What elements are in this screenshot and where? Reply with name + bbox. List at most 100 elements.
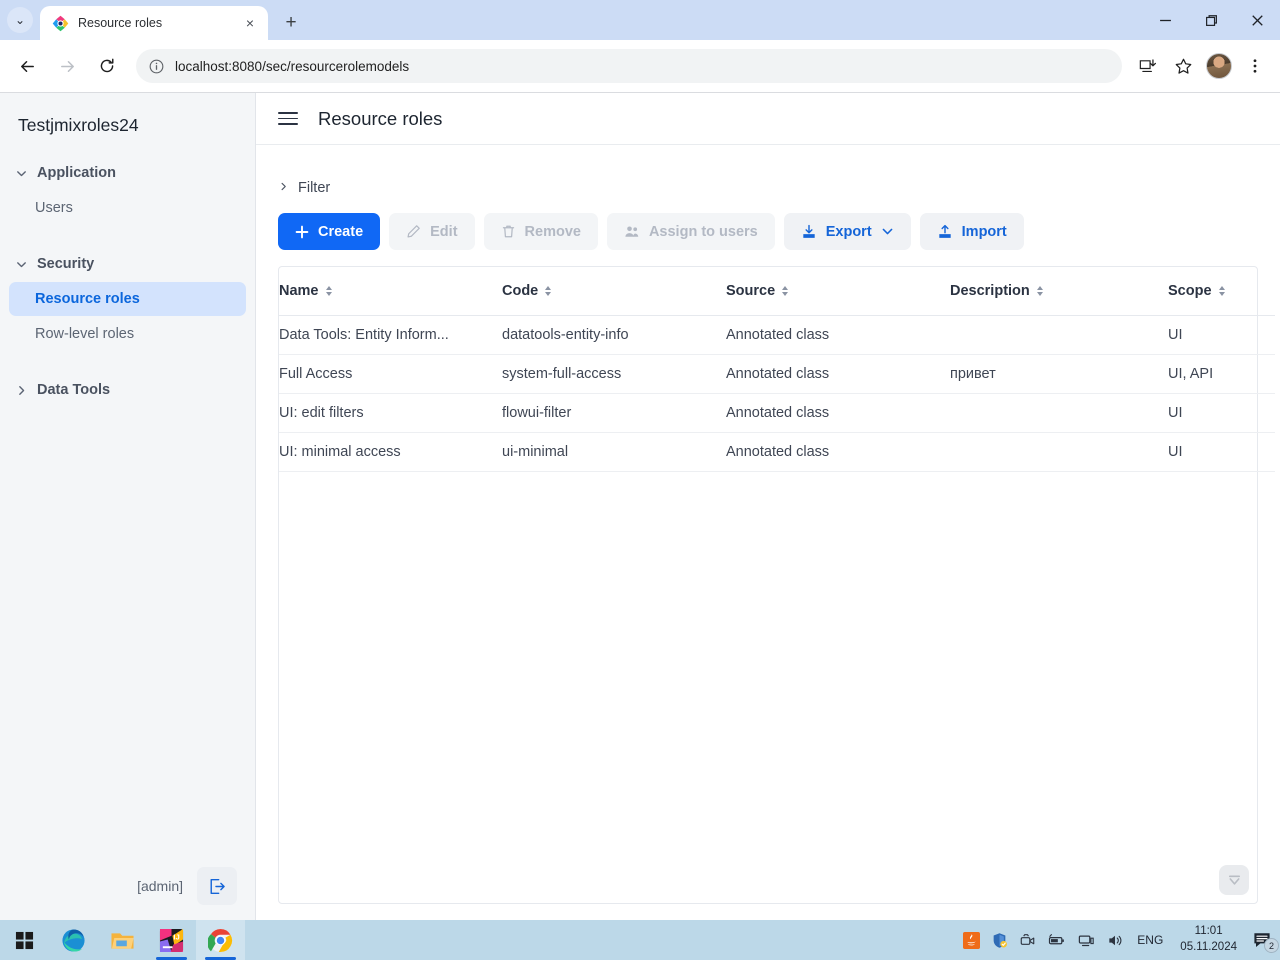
cell-code: flowui-filter: [502, 393, 726, 433]
notifications-button[interactable]: 2: [1252, 930, 1279, 953]
table-row[interactable]: Data Tools: Entity Inform... datatools-e…: [279, 315, 1275, 355]
main-content: Resource roles Filter Create Edit Remove…: [256, 93, 1280, 920]
filter-toggle[interactable]: Filter: [272, 163, 1264, 207]
file-explorer-icon[interactable]: [98, 920, 147, 960]
assign-to-users-button: Assign to users: [606, 213, 775, 250]
maximize-icon[interactable]: [1188, 0, 1234, 40]
sidebar-group-data-tools[interactable]: Data Tools: [0, 373, 255, 407]
cell-name: Data Tools: Entity Inform...: [279, 315, 502, 355]
upload-icon: [937, 224, 953, 240]
remove-button-label: Remove: [524, 223, 581, 240]
sort-icon[interactable]: [1218, 286, 1225, 296]
cell-scope: UI, API: [1168, 354, 1275, 394]
windows-taskbar: IJ ENG 11:01 05.11.2024 2: [0, 920, 1280, 960]
sort-icon[interactable]: [325, 286, 332, 296]
column-header-label: Name: [279, 283, 319, 299]
battery-icon[interactable]: [1047, 932, 1066, 949]
create-button[interactable]: Create: [278, 213, 381, 250]
new-tab-button[interactable]: +: [274, 6, 308, 40]
cell-name: Full Access: [279, 354, 502, 394]
collapse-down-icon[interactable]: [1219, 865, 1249, 895]
google-chrome-icon[interactable]: [196, 920, 245, 960]
cell-description: [950, 315, 1168, 355]
tab-search-area: ⌄: [0, 0, 40, 40]
browser-tabstrip: ⌄ Resource roles × +: [0, 0, 1280, 40]
sort-icon[interactable]: [1036, 286, 1043, 296]
sort-icon[interactable]: [545, 286, 552, 296]
table-header-row: Name Code Source Description Scope: [279, 267, 1275, 316]
assign-to-users-button-label: Assign to users: [648, 223, 758, 240]
security-shield-icon[interactable]: [991, 932, 1008, 949]
forward-arrow-icon: [48, 47, 86, 85]
intellij-idea-icon[interactable]: IJ: [147, 920, 196, 960]
notification-count: 2: [1264, 938, 1279, 953]
hamburger-menu-icon[interactable]: [278, 111, 298, 126]
export-button-label: Export: [825, 223, 872, 240]
network-icon[interactable]: [1077, 932, 1095, 949]
start-button-icon[interactable]: [0, 920, 49, 960]
java-icon[interactable]: [963, 931, 981, 949]
sidebar-item-users[interactable]: Users: [9, 191, 246, 225]
table-row[interactable]: UI: edit filters flowui-filter Annotated…: [279, 393, 1275, 433]
filter-label: Filter: [298, 180, 331, 196]
cell-scope: UI: [1168, 432, 1275, 472]
column-header-code[interactable]: Code: [502, 267, 726, 316]
profile-avatar[interactable]: [1206, 53, 1232, 79]
cell-source: Annotated class: [726, 432, 950, 472]
volume-icon[interactable]: [1106, 932, 1124, 949]
tab-search-chevron-icon[interactable]: ⌄: [7, 7, 33, 33]
bookmark-star-icon[interactable]: [1166, 49, 1200, 83]
tab-close-icon[interactable]: ×: [240, 13, 260, 33]
address-bar[interactable]: localhost:8080/sec/resourcerolemodels: [136, 49, 1122, 83]
chevron-down-icon: [14, 166, 29, 181]
content-body: Filter Create Edit Remove Assign to user…: [256, 145, 1280, 920]
page-viewport: Testjmixroles24 Application Users Securi…: [0, 92, 1280, 920]
cell-description: [950, 393, 1168, 433]
three-dot-menu-icon[interactable]: [1238, 49, 1272, 83]
browser-tab[interactable]: Resource roles ×: [40, 6, 268, 40]
chevron-down-icon: [14, 257, 29, 272]
plus-icon: [295, 225, 309, 239]
content-header: Resource roles: [256, 93, 1280, 145]
microsoft-edge-icon[interactable]: [49, 920, 98, 960]
sidebar-item-row-level-roles[interactable]: Row-level roles: [9, 317, 246, 351]
cell-source: Annotated class: [726, 393, 950, 433]
cell-description: [950, 432, 1168, 472]
sort-icon[interactable]: [782, 286, 789, 296]
sidebar-item-resource-roles[interactable]: Resource roles: [9, 282, 246, 316]
trash-icon: [501, 224, 516, 239]
cell-source: Annotated class: [726, 354, 950, 394]
resource-roles-table: Name Code Source Description Scope Data …: [278, 266, 1275, 904]
column-header-description[interactable]: Description: [950, 267, 1168, 316]
site-info-icon[interactable]: [148, 58, 165, 75]
sidebar-nav: Application Users Security Resource role…: [0, 144, 255, 852]
column-header-label: Code: [502, 283, 539, 299]
minimize-icon[interactable]: [1142, 0, 1188, 40]
cell-source: Annotated class: [726, 315, 950, 355]
table-row[interactable]: Full Access system-full-access Annotated…: [279, 354, 1275, 394]
sidebar-group-application[interactable]: Application: [0, 156, 255, 190]
language-indicator[interactable]: ENG: [1135, 933, 1165, 947]
cell-code: datatools-entity-info: [502, 315, 726, 355]
column-header-source[interactable]: Source: [726, 267, 950, 316]
clock[interactable]: 11:01 05.11.2024: [1176, 924, 1241, 955]
import-button-label: Import: [961, 223, 1007, 240]
table-row[interactable]: UI: minimal access ui-minimal Annotated …: [279, 432, 1275, 472]
install-app-icon[interactable]: [1130, 49, 1164, 83]
import-button[interactable]: Import: [919, 213, 1024, 250]
cell-description: привет: [950, 354, 1168, 394]
tab-title: Resource roles: [78, 16, 163, 30]
sidebar-group-security[interactable]: Security: [0, 247, 255, 281]
back-arrow-icon[interactable]: [8, 47, 46, 85]
export-button[interactable]: Export: [783, 213, 911, 250]
camera-icon[interactable]: [1019, 932, 1036, 949]
app-brand-title: Testjmixroles24: [18, 115, 139, 135]
column-header-name[interactable]: Name: [279, 267, 502, 316]
logout-icon[interactable]: [197, 867, 237, 905]
column-header-scope[interactable]: Scope: [1168, 267, 1275, 316]
chevron-down-icon: [881, 225, 894, 238]
users-icon: [624, 224, 640, 240]
close-icon[interactable]: [1234, 0, 1280, 40]
reload-icon[interactable]: [88, 47, 126, 85]
jmix-logo-icon: [52, 15, 69, 32]
